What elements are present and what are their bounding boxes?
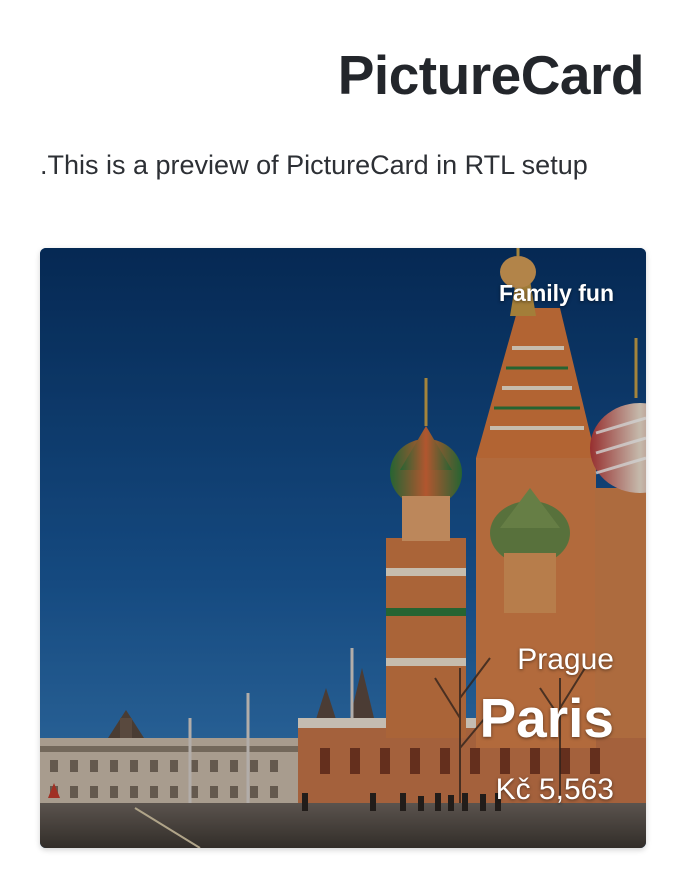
card-price: Kč 5,563 — [495, 773, 614, 806]
card-info: Prague Paris Kč 5,563 — [479, 640, 614, 810]
picture-card[interactable]: Family fun Prague Paris Kč 5,563 — [40, 248, 646, 848]
card-subtitle: Prague — [517, 643, 614, 676]
preview-page: PictureCard .This is a preview of Pictur… — [0, 0, 686, 888]
page-title: PictureCard — [337, 44, 645, 106]
card-tag: Family fun — [498, 280, 614, 306]
card-title: Paris — [479, 687, 614, 749]
page-description: .This is a preview of PictureCard in RTL… — [40, 150, 588, 180]
